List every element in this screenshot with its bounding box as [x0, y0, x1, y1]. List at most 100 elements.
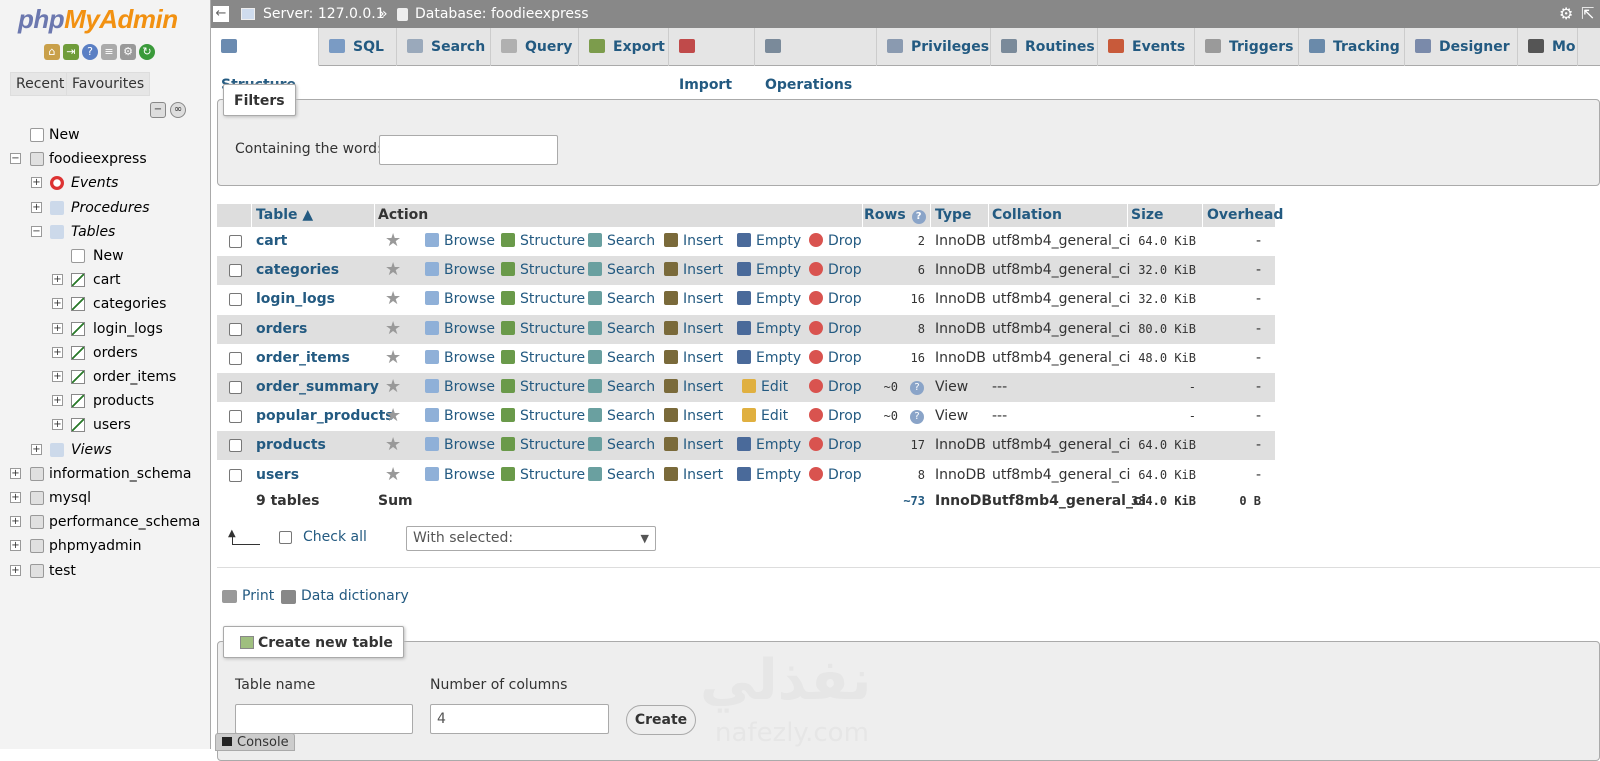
tree-item[interactable]: + users — [0, 414, 210, 436]
check-all-label[interactable]: Check all — [303, 529, 367, 545]
phpmyadmin-logo[interactable]: phpMyAdmin — [18, 4, 178, 35]
browse-action[interactable]: Browse — [425, 373, 495, 402]
tab-import[interactable]: Import — [669, 28, 755, 93]
table-name-input[interactable] — [235, 704, 413, 734]
search-action[interactable]: Search — [588, 315, 655, 344]
table-name-link[interactable]: orders — [256, 315, 307, 344]
settings-icon[interactable]: ⚙ — [120, 44, 136, 60]
drop-action[interactable]: Drop — [809, 256, 862, 285]
favorite-star-icon[interactable]: ★ — [385, 290, 401, 308]
expand-icon[interactable]: + — [52, 274, 63, 286]
check-all-checkbox[interactable] — [279, 531, 292, 544]
table-name-link[interactable]: cart — [256, 227, 287, 256]
reload-icon[interactable]: ↻ — [139, 44, 155, 60]
row-checkbox[interactable] — [229, 293, 242, 307]
tree-item[interactable]: − Tables — [0, 221, 210, 243]
empty-action[interactable]: Empty — [737, 256, 801, 285]
tree-item[interactable]: + Views — [0, 439, 210, 461]
structure-action[interactable]: Structure — [501, 256, 585, 285]
structure-action[interactable]: Structure — [501, 461, 585, 490]
tree-item[interactable]: − foodieexpress — [0, 148, 210, 170]
tree-item[interactable]: + Procedures — [0, 197, 210, 219]
expand-icon[interactable]: + — [52, 371, 63, 382]
breadcrumb-server[interactable]: Server: 127.0.0.1 — [263, 0, 385, 28]
tree-item[interactable]: + information_schema — [0, 463, 210, 485]
edit-action[interactable]: Edit — [742, 402, 788, 431]
tree-item[interactable]: + mysql — [0, 487, 210, 509]
expand-icon[interactable]: + — [10, 564, 21, 576]
favorite-star-icon[interactable]: ★ — [385, 436, 401, 454]
tab-designer[interactable]: Designer — [1405, 28, 1518, 66]
breadcrumb-database[interactable]: Database: foodieexpress — [415, 0, 589, 28]
expand-icon[interactable]: + — [10, 467, 21, 479]
tab-routines[interactable]: Routines — [991, 28, 1098, 66]
tab-structure[interactable]: Structure — [211, 28, 319, 93]
expand-icon[interactable]: + — [31, 201, 42, 213]
drop-action[interactable]: Drop — [809, 315, 862, 344]
table-name-link[interactable]: categories — [256, 256, 339, 285]
expand-icon[interactable]: + — [52, 322, 63, 334]
expand-icon[interactable]: + — [52, 419, 63, 431]
drop-action[interactable]: Drop — [809, 285, 862, 314]
structure-action[interactable]: Structure — [501, 373, 585, 402]
insert-action[interactable]: Insert — [664, 285, 723, 314]
drop-action[interactable]: Drop — [809, 402, 862, 431]
collapse-icon[interactable]: − — [10, 153, 21, 165]
search-action[interactable]: Search — [588, 402, 655, 431]
row-checkbox[interactable] — [229, 381, 242, 394]
logout-icon[interactable]: ⇥ — [63, 44, 79, 60]
empty-action[interactable]: Empty — [737, 227, 801, 256]
search-action[interactable]: Search — [588, 373, 655, 402]
expand-icon[interactable]: + — [10, 540, 21, 552]
table-name-link[interactable]: users — [256, 461, 299, 490]
tree-item[interactable]: + orders — [0, 342, 210, 364]
collapse-icon[interactable]: − — [31, 225, 42, 237]
insert-action[interactable]: Insert — [664, 256, 723, 285]
favorite-star-icon[interactable]: ★ — [385, 348, 401, 367]
table-name-link[interactable]: order_items — [256, 344, 350, 373]
favorite-star-icon[interactable]: ★ — [385, 261, 401, 279]
insert-action[interactable]: Insert — [664, 315, 723, 344]
tree-item[interactable]: + login_logs — [0, 318, 210, 340]
structure-action[interactable]: Structure — [501, 227, 585, 256]
tree-item[interactable]: New — [0, 124, 210, 146]
drop-action[interactable]: Drop — [809, 461, 862, 490]
tab-search[interactable]: Search — [397, 28, 491, 66]
drop-action[interactable]: Drop — [809, 227, 862, 256]
table-name-link[interactable]: login_logs — [256, 285, 335, 314]
console-tab[interactable]: Console — [215, 733, 295, 751]
search-action[interactable]: Search — [588, 285, 655, 314]
print-link[interactable]: Print — [242, 588, 274, 604]
col-header-overhead[interactable]: Overhead — [1207, 204, 1283, 227]
drop-action[interactable]: Drop — [809, 373, 862, 402]
structure-action[interactable]: Structure — [501, 402, 585, 431]
empty-action[interactable]: Empty — [737, 315, 801, 344]
collapse-nav-icon[interactable]: ← — [213, 6, 229, 22]
col-header-size[interactable]: Size — [1131, 204, 1164, 227]
row-checkbox[interactable] — [229, 410, 242, 424]
tree-item[interactable]: New — [0, 245, 210, 267]
favourites-button[interactable]: Favourites — [66, 72, 151, 96]
browse-action[interactable]: Browse — [425, 227, 495, 256]
tree-item[interactable]: + test — [0, 560, 210, 582]
with-selected-select[interactable]: With selected: ▼ — [406, 526, 656, 551]
drop-action[interactable]: Drop — [809, 344, 862, 373]
search-action[interactable]: Search — [588, 344, 655, 373]
link-with-main-icon[interactable]: ∞ — [170, 102, 186, 118]
structure-action[interactable]: Structure — [501, 315, 585, 344]
tree-item[interactable]: + performance_schema — [0, 511, 210, 533]
tab-events[interactable]: Events — [1098, 28, 1195, 66]
row-checkbox[interactable] — [229, 264, 242, 278]
tab-query[interactable]: Query — [491, 28, 579, 66]
tab-operations[interactable]: Operations — [755, 28, 877, 93]
tab-export[interactable]: Export — [579, 28, 669, 66]
recent-button[interactable]: Recent — [10, 72, 71, 96]
drop-action[interactable]: Drop — [809, 431, 862, 460]
empty-action[interactable]: Empty — [737, 431, 801, 460]
browse-action[interactable]: Browse — [425, 285, 495, 314]
tree-item[interactable]: + cart — [0, 269, 210, 291]
row-checkbox[interactable] — [229, 468, 242, 482]
structure-action[interactable]: Structure — [501, 285, 585, 314]
browse-action[interactable]: Browse — [425, 344, 495, 373]
expand-icon[interactable]: + — [31, 443, 42, 455]
